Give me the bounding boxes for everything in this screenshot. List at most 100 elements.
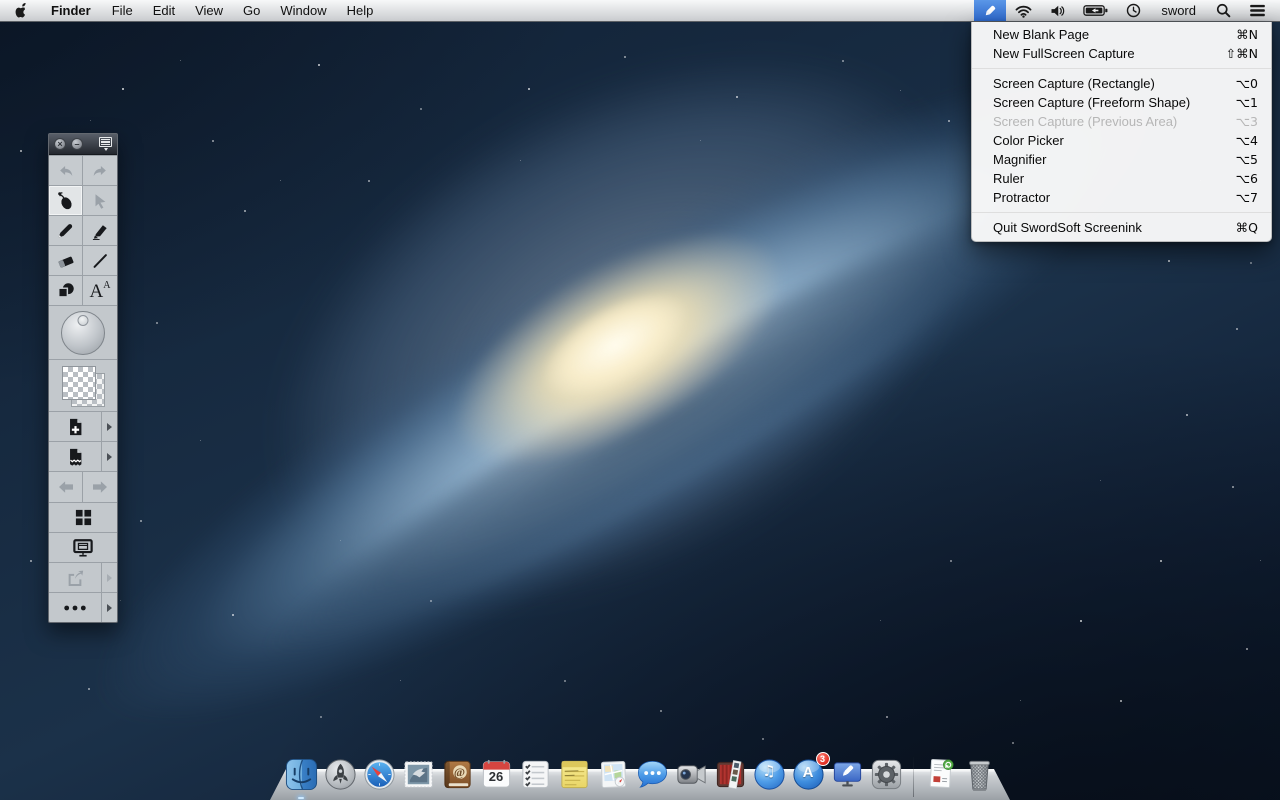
dock-notes[interactable] [556,756,593,793]
transparency-swatch[interactable] [62,366,96,400]
menu-finder-label: Finder [51,3,91,18]
dock-photo-booth[interactable] [712,756,749,793]
notification-center-menu-extra[interactable] [1240,0,1280,21]
wifi-menu-extra[interactable] [1006,0,1041,21]
menu-item-screen-capture-freeform[interactable]: Screen Capture (Freeform Shape) ⌥1 [972,93,1271,112]
menu-item-shortcut: ⌥5 [1236,152,1258,167]
dock-finder[interactable] [283,756,320,793]
menu-window[interactable]: Window [270,0,336,21]
palette-menu-button[interactable] [99,137,112,151]
page-nav-row [49,471,117,502]
new-page-flyout[interactable] [102,412,117,441]
dock-icons: @ 26 [270,756,1010,793]
menu-item-magnifier[interactable]: Magnifier ⌥5 [972,150,1271,169]
dock-mail[interactable] [400,756,437,793]
dock-calendar[interactable]: 26 [478,756,515,793]
line-tool-button[interactable] [83,245,117,275]
delete-page-flyout[interactable] [102,442,117,471]
time-machine-menu-extra[interactable] [1117,0,1150,21]
volume-menu-extra[interactable] [1041,0,1074,21]
flyout-triangle-icon [107,423,112,431]
dock-separator [913,757,914,797]
menu-separator [972,212,1271,213]
dock-messages[interactable] [634,756,671,793]
color-knob-section [49,305,117,359]
menu-help[interactable]: Help [337,0,384,21]
dock-itunes[interactable]: ♫ [751,756,788,793]
menu-item-quit[interactable]: Quit SwordSoft Screenink ⌘Q [972,218,1271,237]
system-preferences-icon [869,757,904,792]
dock-reminders[interactable] [517,756,554,793]
dock: @ 26 [270,748,1010,800]
contacts-icon [440,757,475,792]
screenink-dropdown-menu: New Blank Page ⌘N New FullScreen Capture… [971,22,1272,242]
menu-window-label: Window [280,3,326,18]
dock-document[interactable] [922,756,959,793]
delete-page-row [49,441,117,471]
menu-go[interactable]: Go [233,0,270,21]
trash-icon [962,756,997,793]
menu-go-label: Go [243,3,260,18]
menu-item-label: New FullScreen Capture [993,46,1214,61]
menu-separator [972,68,1271,69]
color-size-knob[interactable] [61,311,105,355]
menu-item-shortcut: ⇧⌘N [1226,46,1258,61]
dock-contacts[interactable]: @ [439,756,476,793]
menu-view[interactable]: View [185,0,233,21]
text-tool-button[interactable]: AA [83,275,117,305]
clock-icon [1126,3,1141,18]
dock-maps[interactable] [595,756,632,793]
menu-file[interactable]: File [102,0,143,21]
palette-title-bar[interactable]: × – [49,134,117,155]
notes-icon [557,757,592,792]
mouse-draw-tool-button[interactable] [49,185,83,215]
screenink-menu-extra[interactable] [974,0,1006,21]
list-icon [1249,4,1266,17]
palette-minimize-button[interactable]: – [71,138,83,150]
more-options-button[interactable] [49,593,102,622]
palette-close-button[interactable]: × [54,138,66,150]
photo-booth-icon [713,757,748,792]
eraser-tool-button[interactable] [49,245,83,275]
grid-icon [74,508,93,527]
dock-screenink[interactable] [829,756,866,793]
apple-icon [15,3,28,18]
pencil-icon [982,3,998,19]
facetime-icon [674,757,709,792]
dock-safari[interactable] [361,756,398,793]
dock-app-store[interactable]: A 3 [790,756,827,793]
menu-item-shortcut: ⌥3 [1236,114,1258,129]
minimize-icon: – [72,139,82,149]
flyout-triangle-icon [107,453,112,461]
menu-item-new-blank-page[interactable]: New Blank Page ⌘N [972,25,1271,44]
dock-launchpad[interactable] [322,756,359,793]
flyout-triangle-icon [107,604,112,612]
delete-page-button[interactable] [49,442,102,471]
highlighter-tool-button[interactable] [83,215,117,245]
dock-facetime[interactable] [673,756,710,793]
pencil-tool-button[interactable] [49,215,83,245]
menu-item-label: Protractor [993,190,1224,205]
menu-item-new-fullscreen-capture[interactable]: New FullScreen Capture ⇧⌘N [972,44,1271,63]
new-page-button[interactable] [49,412,102,441]
more-options-flyout[interactable] [102,593,117,622]
battery-menu-extra[interactable] [1074,0,1117,21]
user-menu-extra[interactable]: sword [1150,0,1207,21]
menu-edit[interactable]: Edit [143,0,185,21]
eraser-icon [56,251,76,270]
menu-finder[interactable]: Finder [40,0,102,21]
menu-item-protractor[interactable]: Protractor ⌥7 [972,188,1271,207]
cursor-tool-button[interactable] [83,185,117,215]
menu-item-ruler[interactable]: Ruler ⌥6 [972,169,1271,188]
dock-system-preferences[interactable] [868,756,905,793]
apple-menu[interactable] [0,0,40,21]
show-desktop-button[interactable] [49,532,117,562]
spotlight-menu-extra[interactable] [1207,0,1240,21]
dock-trash[interactable] [961,756,998,793]
shapes-tool-button[interactable] [49,275,83,305]
menu-item-screen-capture-rectangle[interactable]: Screen Capture (Rectangle) ⌥0 [972,74,1271,93]
menu-item-color-picker[interactable]: Color Picker ⌥4 [972,131,1271,150]
pages-grid-button[interactable] [49,502,117,532]
menu-item-screen-capture-previous-area: Screen Capture (Previous Area) ⌥3 [972,112,1271,131]
highlighter-icon [91,221,110,240]
